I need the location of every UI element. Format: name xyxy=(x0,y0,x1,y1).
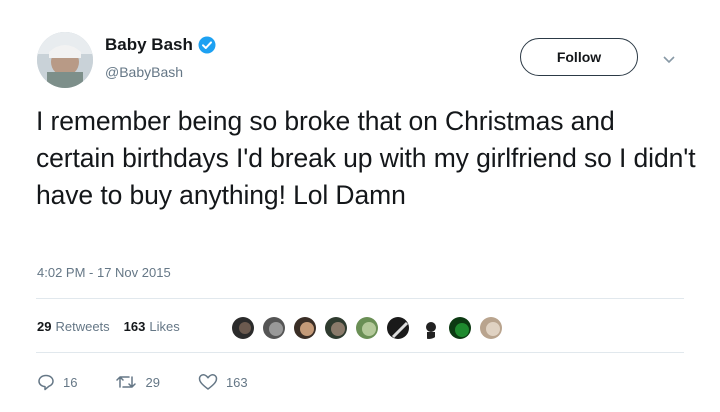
divider xyxy=(36,298,684,299)
tweet-card: Baby Bash @BabyBash Follow I remember be… xyxy=(0,0,720,412)
like-count: 163 xyxy=(225,374,248,390)
tweet-text: I remember being so broke that on Christ… xyxy=(36,106,696,210)
likes-label: Likes xyxy=(149,319,180,334)
liker-avatar[interactable] xyxy=(230,315,256,341)
retweet-icon xyxy=(116,376,137,388)
tweet-stats: 29 Retweets 163 Likes xyxy=(37,319,194,334)
user-handle[interactable]: @BabyBash xyxy=(105,64,183,80)
liker-avatar[interactable] xyxy=(416,315,442,341)
verified-badge-icon xyxy=(198,36,216,54)
liker-avatar[interactable] xyxy=(292,315,318,341)
liker-avatar[interactable] xyxy=(478,315,504,341)
liker-avatar[interactable] xyxy=(261,315,287,341)
liker-avatar[interactable] xyxy=(447,315,473,341)
divider xyxy=(36,352,684,353)
retweets-count: 29 xyxy=(37,319,52,334)
reply-icon xyxy=(38,374,54,391)
display-name[interactable]: Baby Bash xyxy=(105,35,193,55)
follow-button[interactable]: Follow xyxy=(520,38,638,76)
retweet-button[interactable]: 29 xyxy=(115,373,160,391)
retweets-label: Retweets xyxy=(55,319,110,334)
tweet-actions: 16 29 163 xyxy=(37,373,286,391)
likes-count: 163 xyxy=(123,319,146,334)
liker-avatars xyxy=(230,315,509,341)
liker-avatar[interactable] xyxy=(385,315,411,341)
tweet-timestamp[interactable]: 4:02 PM - 17 Nov 2015 xyxy=(37,265,171,280)
liker-avatar[interactable] xyxy=(323,315,349,341)
profile-avatar[interactable] xyxy=(37,32,93,88)
reply-count: 16 xyxy=(63,374,78,390)
name-row: Baby Bash xyxy=(105,35,216,55)
chevron-down-icon[interactable] xyxy=(663,52,675,64)
heart-icon xyxy=(198,374,218,390)
likes-stat[interactable]: 163 Likes xyxy=(124,319,180,334)
like-button[interactable]: 163 xyxy=(198,373,248,391)
liker-avatar[interactable] xyxy=(354,315,380,341)
retweets-stat[interactable]: 29 Retweets xyxy=(37,319,110,334)
retweet-count: 29 xyxy=(145,374,160,390)
reply-button[interactable]: 16 xyxy=(37,373,77,391)
